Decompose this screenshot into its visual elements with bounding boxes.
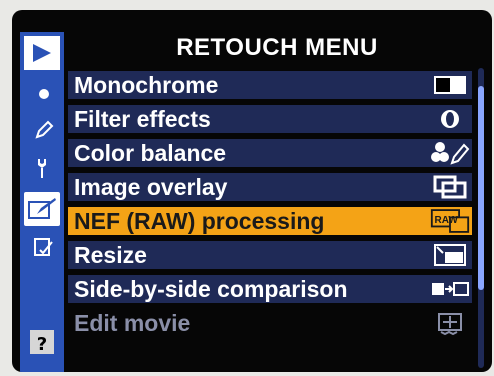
menu-item-side-by-side-comparison[interactable]: Side-by-side comparison <box>68 272 486 306</box>
help-symbol: ? <box>30 330 54 355</box>
menu-item-label: Resize <box>74 242 147 268</box>
menu-item-resize[interactable]: Resize <box>68 238 486 272</box>
menu-item-monochrome[interactable]: Monochrome <box>68 68 486 102</box>
side-by-side-icon <box>430 276 470 302</box>
menu-item-image-overlay[interactable]: Image overlay <box>68 170 486 204</box>
raw-icon-label: RAW <box>435 215 459 226</box>
monochrome-icon <box>430 72 470 98</box>
my-menu-tab[interactable] <box>30 234 58 262</box>
help-button[interactable]: ? <box>24 326 60 358</box>
menu-item-label: Filter effects <box>74 106 211 132</box>
playback-tab[interactable] <box>24 36 60 70</box>
image-overlay-icon <box>430 174 470 200</box>
menu-item-label: Edit movie <box>74 310 191 336</box>
menu-item-label: Monochrome <box>74 72 219 98</box>
menu-item-label: Side-by-side comparison <box>74 276 348 302</box>
camera-tab[interactable] <box>30 80 58 108</box>
setup-tab[interactable] <box>30 154 58 182</box>
resize-icon <box>430 242 470 268</box>
wrench-icon <box>38 159 46 178</box>
camera-icon <box>39 89 49 99</box>
color-balance-icon <box>430 140 470 166</box>
menu-tab-rail: ? <box>20 32 64 372</box>
filter-effects-icon <box>430 106 470 132</box>
scrollbar-thumb[interactable] <box>478 86 484 290</box>
custom-settings-tab[interactable] <box>30 116 58 144</box>
edit-movie-icon <box>430 310 470 336</box>
camera-screen: ? RETOUCH MENU Monochrome Filter effects… <box>12 10 492 372</box>
menu-item-edit-movie[interactable]: Edit movie <box>68 306 486 340</box>
retouch-icon <box>28 198 56 219</box>
menu-item-label: Image overlay <box>74 174 228 200</box>
menu-item-nef-raw-processing[interactable]: NEF (RAW) processing RAW <box>68 204 486 238</box>
menu-item-filter-effects[interactable]: Filter effects <box>68 102 486 136</box>
playback-icon <box>33 44 51 62</box>
menu-item-label: NEF (RAW) processing <box>74 208 325 234</box>
my-menu-icon <box>34 238 53 256</box>
menu-title: RETOUCH MENU <box>176 34 378 61</box>
menu-item-color-balance[interactable]: Color balance <box>68 136 486 170</box>
raw-processing-icon: RAW <box>430 208 470 234</box>
retouch-tab[interactable] <box>24 192 60 226</box>
menu-item-label: Color balance <box>74 140 227 166</box>
pencil-icon <box>35 120 54 139</box>
